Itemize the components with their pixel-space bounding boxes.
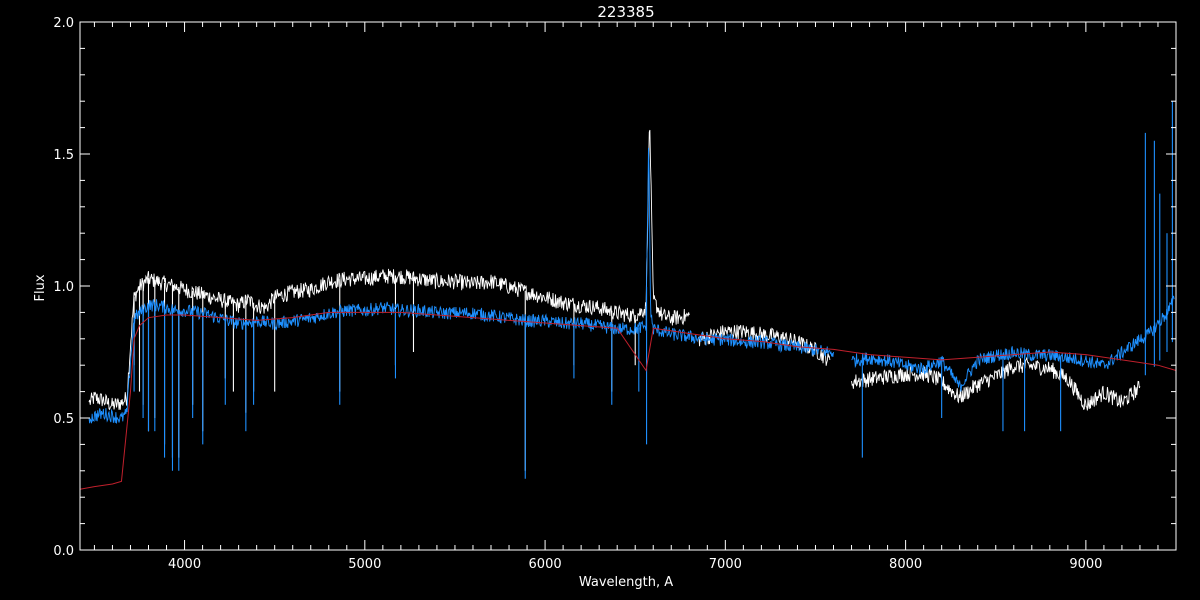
series-2-line [79,311,1177,490]
x-tick-label: 5000 [348,557,381,572]
y-tick-label: 0.0 [53,544,74,559]
x-axis-label: Wavelength, A [579,575,673,590]
y-axis-label: Flux [33,274,48,301]
axes: 4000 5000 6000 7000 8000 9000 0.0 0.5 1.0 1.5 2.0 [53,16,1177,572]
y-tick-label: 0.5 [53,412,74,427]
y-tick-label: 2.0 [53,16,74,31]
chart-title: 223385 [597,3,654,21]
x-tick-label: 7000 [709,557,742,572]
y-tick-label: 1.5 [53,148,74,163]
plot-area [79,101,1177,490]
x-tick-label: 9000 [1069,557,1102,572]
x-tick-label: 8000 [889,557,922,572]
plot-frame [79,21,1177,551]
y-tick-label: 1.0 [53,280,74,295]
x-tick-label: 6000 [529,557,562,572]
x-tick-label: 4000 [168,557,201,572]
spectrum-chart: 223385 4000 5000 6000 7000 8000 9000 0.0 0.5 1.0… [33,3,1177,590]
